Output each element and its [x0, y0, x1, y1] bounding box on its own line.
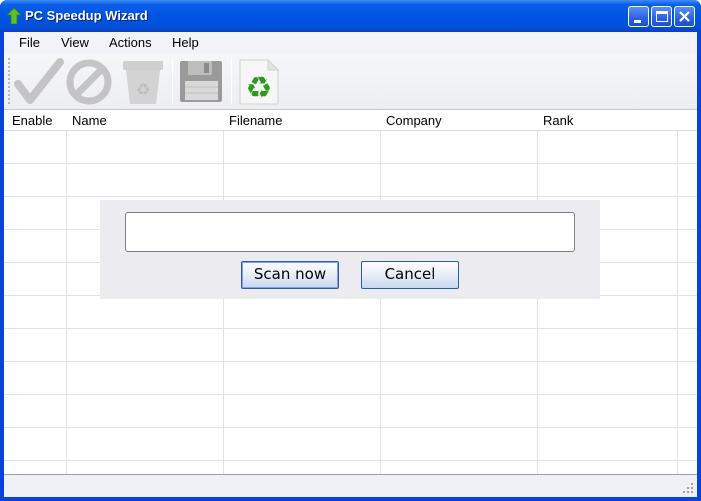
- table-header: Enable Name Filename Company Rank: [4, 110, 697, 131]
- window-title: PC Speedup Wizard: [25, 8, 148, 23]
- close-button[interactable]: [674, 6, 695, 27]
- scan-button[interactable]: ♻: [234, 56, 286, 106]
- title-bar[interactable]: PC Speedup Wizard: [0, 0, 701, 32]
- save-button[interactable]: [176, 56, 228, 106]
- toolbar-separator: [172, 58, 173, 104]
- maximize-button[interactable]: [651, 6, 672, 27]
- row-divider: [4, 460, 697, 461]
- row-divider: [4, 427, 697, 428]
- toolbar-grip[interactable]: [8, 58, 11, 104]
- row-divider: [4, 394, 697, 395]
- column-header-name[interactable]: Name: [72, 113, 107, 128]
- scan-input[interactable]: [125, 212, 575, 252]
- menu-bar: File View Actions Help: [4, 32, 697, 54]
- minimize-button[interactable]: [628, 6, 649, 27]
- column-divider[interactable]: [66, 110, 67, 474]
- column-header-enable[interactable]: Enable: [12, 113, 52, 128]
- green-arrow-up-icon: [7, 8, 21, 24]
- menu-file[interactable]: File: [19, 35, 40, 50]
- column-divider[interactable]: [677, 110, 678, 474]
- column-header-company[interactable]: Company: [386, 113, 442, 128]
- row-divider: [4, 163, 697, 164]
- menu-help[interactable]: Help: [172, 35, 199, 50]
- menu-actions[interactable]: Actions: [109, 35, 152, 50]
- menu-view[interactable]: View: [61, 35, 89, 50]
- toolbar: ♻ ♻: [4, 54, 697, 109]
- recycle-bin-icon: ♻: [123, 61, 163, 104]
- scan-dialog: Scan now Cancel: [100, 200, 600, 299]
- column-header-filename[interactable]: Filename: [229, 113, 282, 128]
- row-divider: [4, 196, 697, 197]
- row-divider: [4, 361, 697, 362]
- floppy-disk-icon: [180, 61, 222, 102]
- resize-grip-icon[interactable]: [682, 482, 694, 494]
- svg-text:♻: ♻: [136, 80, 150, 99]
- close-icon: [679, 11, 690, 22]
- status-bar: [4, 474, 697, 497]
- prohibit-icon: [66, 59, 112, 105]
- checkmark-icon: [14, 58, 64, 104]
- cancel-button[interactable]: Cancel: [361, 261, 459, 289]
- toolbar-separator: [231, 58, 232, 104]
- scan-now-button[interactable]: Scan now: [241, 261, 339, 289]
- minimize-icon: [634, 20, 641, 23]
- disable-button[interactable]: [64, 56, 116, 106]
- svg-text:♻: ♻: [246, 71, 273, 106]
- maximize-icon: [656, 11, 668, 22]
- row-divider: [4, 328, 697, 329]
- app-window: PC Speedup Wizard File View Actions Help: [0, 0, 701, 501]
- enable-button[interactable]: [12, 56, 64, 106]
- delete-button[interactable]: ♻: [116, 56, 168, 106]
- recycle-document-icon: ♻: [239, 58, 280, 106]
- column-header-rank[interactable]: Rank: [543, 113, 573, 128]
